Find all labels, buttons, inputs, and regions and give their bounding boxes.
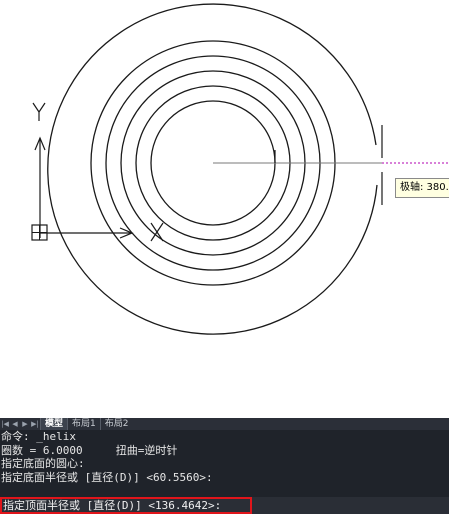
tab-layout2[interactable]: 布局2	[99, 418, 133, 430]
tab-layout1[interactable]: 布局1	[67, 418, 100, 430]
command-history-line: 圈数 = 6.0000 扭曲=逆时针	[1, 443, 178, 457]
last-tab-icon[interactable]: ▶|	[30, 418, 40, 430]
command-history-line: 指定底面半径或 [直径(D)] <60.5560>:	[1, 470, 213, 484]
command-history-line: 命令: _helix	[1, 430, 76, 443]
command-history-line: 指定底面的圆心:	[1, 457, 85, 471]
drawing-canvas[interactable]: 极轴: 380.0	[0, 0, 449, 418]
polar-tracking-tooltip: 极轴: 380.0	[395, 178, 449, 198]
layout-tab-bar: |◀ ◀ ▶ ▶| 模型 布局1 布局2	[0, 418, 449, 430]
first-tab-icon[interactable]: |◀	[0, 418, 10, 430]
command-input-row: 指定顶面半径或 [直径(D)] <136.4642>:	[0, 497, 449, 514]
command-prompt-input[interactable]: 指定顶面半径或 [直径(D)] <136.4642>:	[0, 497, 252, 514]
tab-model[interactable]: 模型	[40, 418, 68, 430]
next-tab-icon[interactable]: ▶	[20, 418, 30, 430]
helix-drawing	[31, 3, 449, 335]
previous-tab-icon[interactable]: ◀	[10, 418, 20, 430]
